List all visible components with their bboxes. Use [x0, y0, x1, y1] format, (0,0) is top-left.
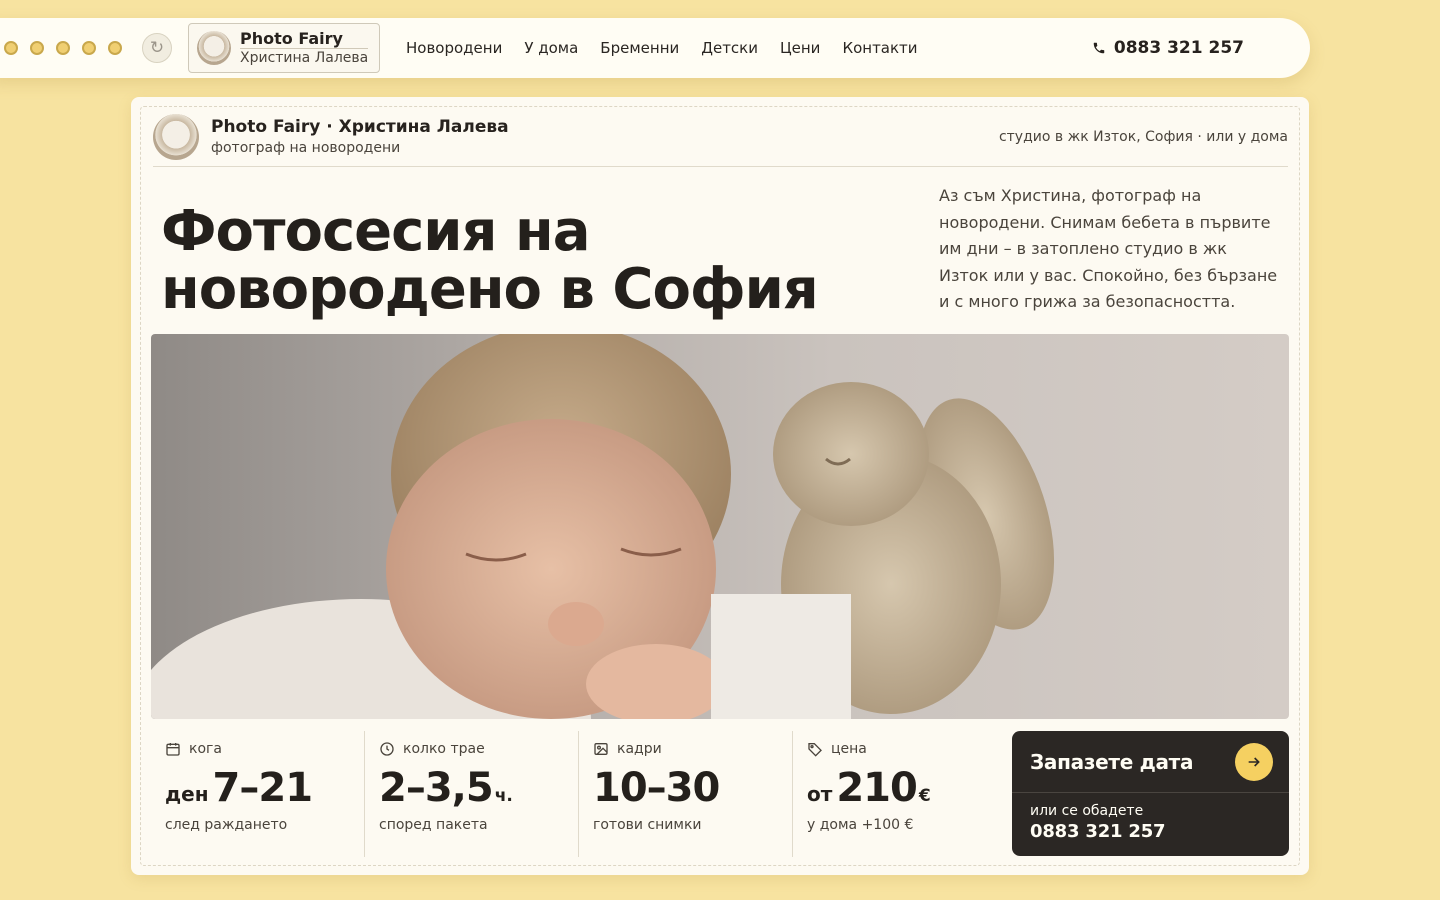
reload-icon[interactable]: ↻ [142, 33, 172, 63]
stat-when: кога ден 7–21 след раждането [151, 731, 364, 857]
header-phone-number: 0883 321 257 [1113, 38, 1244, 58]
window-dot[interactable] [108, 41, 122, 55]
stat-frames: кадри 10–30 готови снимки [578, 731, 792, 857]
image-icon [594, 743, 608, 755]
brand-name: Photo Fairy [240, 29, 343, 48]
stat-note: у дома +100 € [807, 817, 914, 833]
main-nav: Новородени У дома Бременни Детски Цени К… [406, 39, 918, 57]
brand-logo-link[interactable]: Photo Fairy Христина Лалева [188, 23, 380, 73]
phone-icon [1093, 42, 1105, 54]
book-date-button-label: Запазете дата [1030, 749, 1194, 774]
hero-photo-newborn [151, 334, 1289, 719]
window-dot[interactable] [4, 41, 18, 55]
stat-note: след раждането [165, 817, 288, 833]
stat-label: колко трае [403, 741, 485, 757]
arrow-right-icon[interactable] [1235, 742, 1273, 781]
calendar-icon [166, 743, 180, 756]
stat-duration: колко трае 2–3,5 ч. според пакета [364, 731, 578, 857]
window-dot[interactable] [30, 41, 44, 55]
cta-call-text: или се обадете [1030, 803, 1144, 819]
fairy-logo-icon [197, 31, 231, 65]
card-brand-subtitle: фотограф на новородени [211, 140, 401, 156]
stat-suffix: ч. [494, 786, 513, 806]
window-dot[interactable] [82, 41, 96, 55]
nav-link-contacts[interactable]: Контакти [842, 39, 917, 57]
clock-icon [380, 742, 394, 756]
nav-link-prices[interactable]: Цени [780, 39, 820, 57]
stat-label: кадри [617, 741, 662, 757]
cta-phone-link[interactable]: 0883 321 257 [1030, 821, 1271, 842]
book-date-cta[interactable]: Запазете дата или се обадете 0883 321 25… [1012, 731, 1289, 856]
stat-prefix: ден [165, 782, 209, 806]
stat-label: кога [189, 741, 222, 757]
hero-card: Photo Fairy · Христина Лалева фотограф н… [131, 97, 1309, 875]
stat-suffix: € [918, 786, 931, 806]
stat-value: 2–3,5 [379, 765, 494, 811]
page-title: Фотосесия на новородено в София [161, 199, 819, 322]
stat-note: готови снимки [593, 817, 702, 833]
window-dots [4, 41, 122, 55]
stat-note: според пакета [379, 817, 488, 833]
window-dot[interactable] [56, 41, 70, 55]
card-header: Photo Fairy · Христина Лалева фотограф н… [153, 107, 1288, 167]
studio-location: студио в жк Изток, София · или у дома [998, 128, 1288, 145]
stat-prefix: от [807, 782, 833, 806]
header-phone-link[interactable]: 0883 321 257 [1092, 18, 1244, 78]
stat-price: цена от 210 € у дома +100 € [792, 731, 1006, 857]
nav-link-kids[interactable]: Детски [701, 39, 758, 57]
card-brand-title: Photo Fairy · Христина Лалева [211, 117, 509, 137]
fairy-logo-icon [153, 113, 199, 160]
stat-value: 210 [836, 765, 917, 811]
hero-intro: Аз съм Христина, фотограф на новородени.… [939, 186, 1278, 311]
stat-value: 10–30 [593, 765, 720, 811]
stat-label: цена [831, 741, 867, 757]
tag-icon [808, 743, 822, 757]
nav-link-newborn[interactable]: Новородени [406, 39, 502, 57]
top-bar: ↻ Photo Fairy Христина Лалева Новородени… [0, 18, 1310, 78]
nav-link-at-home[interactable]: У дома [524, 39, 578, 57]
nav-link-pregnant[interactable]: Бременни [600, 39, 679, 57]
session-stats: кога ден 7–21 след раждането колко трае … [151, 731, 1006, 857]
stat-value: 7–21 [212, 765, 313, 811]
brand-owner: Христина Лалева [240, 48, 369, 66]
